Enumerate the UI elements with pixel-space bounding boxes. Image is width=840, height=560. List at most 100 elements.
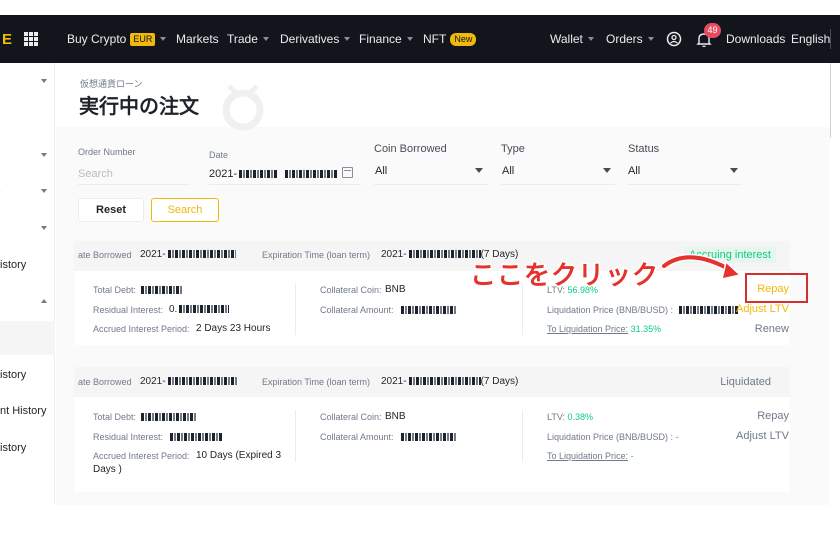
nav-wallet[interactable]: Wallet: [550, 15, 594, 63]
renew-button[interactable]: Renew: [755, 323, 789, 335]
nav-orders-label: Orders: [606, 32, 643, 46]
to-liquidation-value: -: [630, 451, 634, 461]
nav-finance[interactable]: Finance: [359, 15, 413, 63]
calendar-icon[interactable]: [342, 167, 353, 178]
sidebar-active-item[interactable]: [0, 321, 55, 355]
date-borrowed-value: 2021-: [140, 376, 238, 387]
notification-count-badge: 49: [704, 23, 721, 38]
coin-borrowed-select[interactable]: All: [375, 165, 387, 177]
accrued-period-value-cont: Days ): [93, 464, 122, 475]
app-grid-icon[interactable]: [24, 15, 38, 63]
collateral-coin-value: BNB: [385, 284, 406, 295]
nav-wallet-label: Wallet: [550, 32, 583, 46]
ltv-label-text: LTV:: [547, 412, 566, 422]
to-liquidation-label: To Liquidation Price: -: [547, 451, 634, 461]
annotation-arrow-icon: [660, 253, 742, 280]
status-label: Status: [628, 143, 660, 155]
coin-borrowed-label: Coin Borrowed: [374, 143, 447, 155]
redacted-text: [239, 170, 278, 179]
chevron-down-icon: [647, 37, 654, 41]
nav-markets[interactable]: Markets: [176, 15, 219, 63]
brand-logo[interactable]: E: [2, 15, 12, 63]
scrollbar[interactable]: [830, 63, 831, 138]
date-borrowed-text: 2021-: [140, 249, 166, 260]
expiration-date-text: 2021-: [381, 249, 407, 260]
date-borrowed-text: 2021-: [140, 376, 166, 387]
user-profile-icon[interactable]: [666, 15, 682, 63]
date-borrowed-label: ate Borrowed: [78, 250, 132, 260]
expiration-value: 2021- (7 Days): [381, 376, 518, 387]
chevron-down-icon: [406, 37, 413, 41]
order-number-underline: [78, 184, 190, 185]
status-badge: Liquidated: [720, 376, 771, 388]
chevron-down-icon[interactable]: [41, 153, 47, 157]
nav-finance-label: Finance: [359, 32, 402, 46]
annotation-click-here: ここをクリック: [468, 259, 660, 292]
redacted-text: [679, 306, 739, 314]
accrued-period-label: Accrued Interest Period:: [93, 324, 190, 334]
redacted-text: [179, 305, 230, 314]
total-debt-label: Total Debt:: [93, 285, 137, 295]
chevron-down-icon[interactable]: [603, 168, 611, 173]
column-divider: [295, 283, 296, 335]
loan-term-text: (7 Days): [480, 376, 519, 387]
nav-trade[interactable]: Trade: [227, 15, 269, 63]
date-range-value: 2021-: [209, 168, 238, 180]
redacted-text: [141, 413, 196, 421]
chevron-down-icon[interactable]: [41, 79, 47, 83]
side-menu: , istory istory nt History istory: [0, 63, 55, 505]
chevron-down-icon[interactable]: [730, 168, 738, 173]
nav-buy-crypto[interactable]: Buy Crypto EUR: [67, 15, 167, 63]
chevron-down-icon[interactable]: [475, 168, 483, 173]
adjust-ltv-button[interactable]: Adjust LTV: [736, 303, 789, 315]
repay-button[interactable]: Repay: [757, 410, 789, 422]
order-number-input[interactable]: Search: [78, 168, 178, 184]
redacted-text: [170, 433, 222, 441]
nav-downloads[interactable]: Downloads: [726, 15, 785, 63]
sidebar-item-history-3[interactable]: istory: [0, 442, 26, 454]
collateral-coin-label: Collateral Coin:: [320, 412, 382, 422]
redacted-text: [167, 377, 238, 386]
loan-watermark-icon: [222, 84, 264, 131]
search-button[interactable]: Search: [151, 198, 219, 222]
to-liquidation-text: To Liquidation Price:: [547, 324, 629, 334]
to-liquidation-label: To Liquidation Price: 31.35%: [547, 324, 661, 334]
redacted-text: [408, 377, 481, 386]
date-borrowed-label: ate Borrowed: [78, 377, 132, 387]
residual-interest-label: Residual Interest:: [93, 432, 164, 442]
nav-derivatives[interactable]: Derivatives: [280, 15, 351, 63]
nav-language[interactable]: English: [791, 15, 830, 63]
date-range-input[interactable]: 2021-: [209, 168, 338, 180]
sidebar-item-history-2[interactable]: istory: [0, 369, 26, 381]
residual-interest-text: 0.: [169, 304, 178, 315]
status-select[interactable]: All: [628, 165, 640, 177]
sidebar-item-fragment[interactable]: ,: [0, 183, 1, 195]
date-borrowed-value: 2021-: [140, 249, 236, 260]
expiration-label: Expiration Time (loan term): [262, 250, 371, 260]
to-liquidation-text: To Liquidation Price:: [547, 451, 629, 461]
nav-orders[interactable]: Orders: [606, 15, 654, 63]
chevron-down-icon: [344, 37, 351, 41]
redacted-text: [401, 433, 457, 441]
adjust-ltv-button[interactable]: Adjust LTV: [736, 430, 789, 442]
sidebar-item-history[interactable]: istory: [0, 259, 26, 271]
chevron-down-icon[interactable]: [41, 226, 47, 230]
residual-interest-value: 0.: [169, 304, 230, 315]
type-underline: [501, 184, 615, 185]
sidebar-item-payment-history[interactable]: nt History: [0, 405, 46, 417]
column-divider: [295, 410, 296, 462]
reset-button[interactable]: Reset: [78, 198, 144, 222]
type-select[interactable]: All: [502, 165, 514, 177]
liquidation-price-label: Liquidation Price (BNB/BUSD) : -: [547, 432, 679, 442]
order-number-label: Order Number: [78, 147, 136, 157]
chevron-down-icon[interactable]: [41, 189, 47, 193]
nav-divider: [830, 29, 831, 49]
chevron-up-icon[interactable]: [41, 299, 47, 303]
liquidation-price-label: Liquidation Price (BNB/BUSD) :: [547, 305, 674, 315]
accrued-period-value: 2 Days 23 Hours: [196, 323, 271, 334]
collateral-coin-label: Collateral Coin:: [320, 285, 382, 295]
accrued-period-value: 10 Days (Expired 3: [196, 450, 282, 461]
nav-nft[interactable]: NFT New: [423, 15, 477, 63]
accrued-period-label: Accrued Interest Period:: [93, 451, 190, 461]
expiration-date-text: 2021-: [381, 376, 407, 387]
